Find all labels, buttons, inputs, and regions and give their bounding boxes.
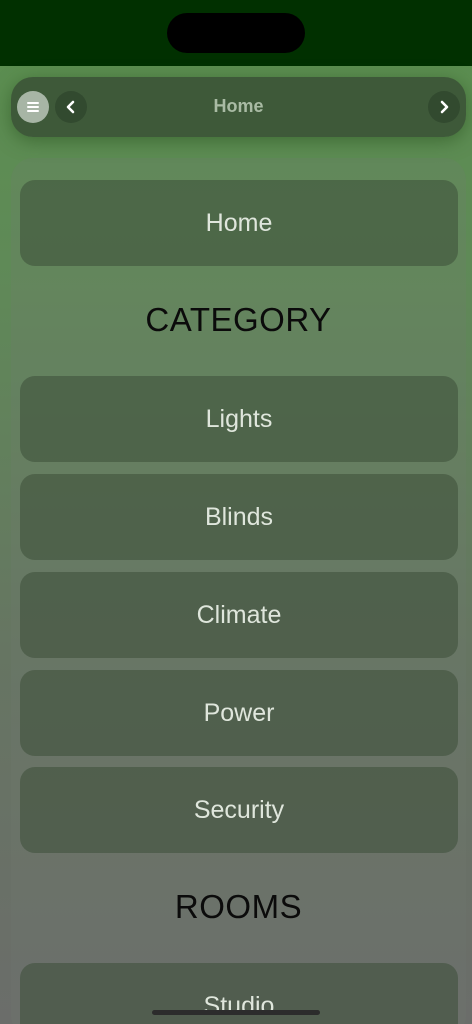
menu-item-power[interactable]: Power [20,670,458,756]
side-menu-panel: Home CATEGORY Lights Blinds Climate Powe… [11,158,466,1024]
top-nav-bar: Home [11,77,466,137]
menu-item-home[interactable]: Home [20,180,458,266]
menu-item-blinds[interactable]: Blinds [20,474,458,560]
menu-item-label: Home [205,208,273,237]
category-heading: CATEGORY [145,301,332,338]
menu-item-label: Security [193,795,285,824]
menu-item-label: Lights [205,404,273,433]
menu-item-security[interactable]: Security [20,767,458,853]
menu-item-climate[interactable]: Climate [20,572,458,658]
chevron-right-icon [440,100,449,114]
menu-item-lights[interactable]: Lights [20,376,458,462]
menu-item-label: Power [203,698,275,727]
menu-item-label: Blinds [204,502,274,531]
page-title: Home [213,96,264,116]
dynamic-island [167,13,305,53]
status-bar [0,0,472,66]
menu-button[interactable] [17,91,49,123]
home-indicator[interactable] [152,1010,320,1015]
menu-item-label: Climate [196,600,282,629]
chevron-left-icon [66,100,75,114]
hamburger-icon [27,102,39,112]
forward-button[interactable] [428,91,460,123]
rooms-heading: ROOMS [174,888,303,925]
back-button[interactable] [55,91,87,123]
menu-item-label: Studio [203,991,275,1020]
